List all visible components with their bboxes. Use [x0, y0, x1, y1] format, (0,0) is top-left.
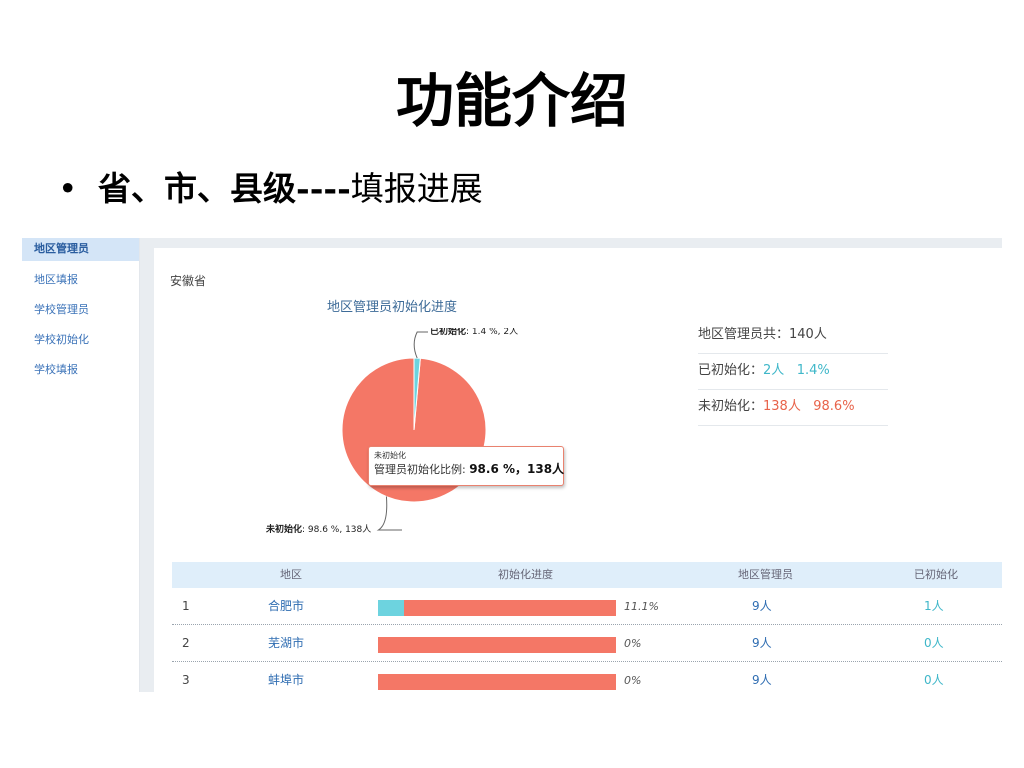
- row-city-link[interactable]: 蚌埠市: [268, 662, 304, 692]
- sidebar: 地区管理员 地区填报 学校管理员 学校初始化 学校填报: [22, 238, 140, 692]
- bullet-line: • 省、市、县级----填报进展: [58, 164, 483, 214]
- bullet-strong-text: 省、市、县级----: [98, 169, 351, 208]
- pie-chart: 已初始化: 1.4 %, 2人 未初始化: 98.6 %, 138人: [265, 328, 518, 535]
- leader-line-initialized: [413, 331, 428, 359]
- row-progress-percent: 0%: [624, 674, 642, 687]
- header-progress[interactable]: 初始化进度: [498, 562, 553, 588]
- row-admin-count-link[interactable]: 9人: [752, 662, 772, 692]
- row-index: 2: [182, 636, 190, 650]
- row-initialized-count-link[interactable]: 0人: [924, 662, 944, 692]
- stats-panel: 地区管理员共：140人 已初始化：2人 1.4% 未初始化：138人 98.6%: [698, 318, 888, 426]
- leader-line-uninitialized: [376, 496, 402, 531]
- row-initialized-count-link[interactable]: 1人: [924, 588, 944, 625]
- stat-total: 地区管理员共：140人: [698, 318, 888, 354]
- row-city-link[interactable]: 芜湖市: [268, 625, 304, 662]
- chart-title: 地区管理员初始化进度: [326, 300, 457, 315]
- pie-tooltip: 未初始化 管理员初始化比例: 98.6 %，138人: [368, 446, 564, 486]
- tooltip-value: 98.6 %，138人: [469, 462, 565, 476]
- progress-bar: [378, 600, 616, 616]
- row-index: 3: [182, 673, 190, 687]
- table-row[interactable]: 2 芜湖市 0% 9人 0人: [172, 625, 1002, 662]
- table-row[interactable]: 1 合肥市 11.1% 9人 1人: [172, 588, 1002, 625]
- sidebar-item-region-report[interactable]: 地区填报: [22, 269, 139, 299]
- region-table: 地区 初始化进度 地区管理员 已初始化 1 合肥市 11.1% 9人 1人 2 芜湖市 0% 9…: [172, 562, 1002, 692]
- row-admin-count-link[interactable]: 9人: [752, 588, 772, 625]
- progress-bar-fill: [378, 600, 405, 616]
- row-initialized-count-link[interactable]: 0人: [924, 625, 944, 662]
- sidebar-item-region-admin[interactable]: 地区管理员: [22, 238, 139, 261]
- row-progress-percent: 11.1%: [624, 600, 659, 613]
- bullet-marker: •: [58, 169, 78, 208]
- region-name: 安徽省: [170, 274, 207, 288]
- sidebar-item-school-admin[interactable]: 学校管理员: [22, 299, 139, 329]
- header-admins[interactable]: 地区管理员: [738, 562, 793, 588]
- header-initialized[interactable]: 已初始化: [914, 562, 958, 588]
- progress-bar: [378, 674, 616, 690]
- row-admin-count-link[interactable]: 9人: [752, 625, 772, 662]
- progress-bar: [378, 637, 616, 653]
- stat-initialized: 已初始化：2人 1.4%: [698, 354, 888, 390]
- row-index: 1: [182, 599, 190, 613]
- app-screenshot: 地区管理员 地区填报 学校管理员 学校初始化 学校填报 安徽省 地区管理员初始化…: [22, 238, 1002, 692]
- bullet-rest-text: 填报进展: [350, 169, 483, 208]
- sidebar-item-school-init[interactable]: 学校初始化: [22, 329, 139, 359]
- stat-uninitialized: 未初始化：138人 98.6%: [698, 390, 888, 426]
- row-city-link[interactable]: 合肥市: [268, 588, 304, 625]
- pie-label-uninitialized: 未初始化: 98.6 %, 138人: [265, 523, 371, 535]
- row-progress-percent: 0%: [624, 637, 642, 650]
- table-header: 地区 初始化进度 地区管理员 已初始化: [172, 562, 1002, 588]
- table-body: 1 合肥市 11.1% 9人 1人 2 芜湖市 0% 9人 0人 3 蚌埠市 0% 9人 0人: [172, 588, 1002, 692]
- sidebar-item-school-report[interactable]: 学校填报: [22, 359, 139, 389]
- header-region[interactable]: 地区: [280, 562, 302, 588]
- slide-title: 功能介绍: [395, 67, 628, 135]
- tooltip-label: 未初始化: [374, 451, 406, 460]
- tooltip-line: 管理员初始化比例: 98.6 %，138人: [374, 462, 565, 476]
- pie-label-initialized: 已初始化: 1.4 %, 2人: [430, 328, 518, 337]
- table-row[interactable]: 3 蚌埠市 0% 9人 0人: [172, 662, 1002, 692]
